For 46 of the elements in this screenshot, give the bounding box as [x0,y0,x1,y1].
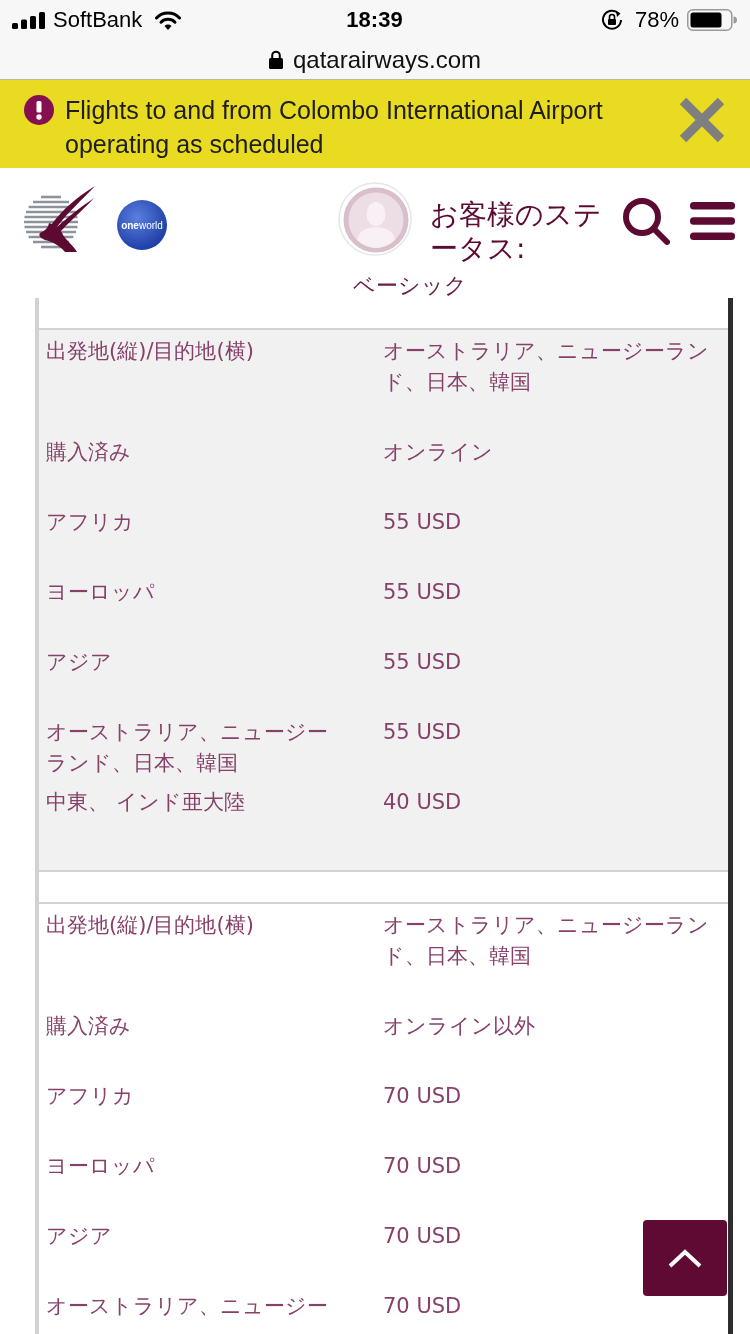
fare-label: 購入済み [46,1013,131,1040]
alliance-badge[interactable]: oneworld [117,200,167,250]
fare-value: 70 USD [383,1293,462,1320]
url-text: qatarairways.com [292,45,482,74]
fare-label: 中東、 インド亜大陸 [46,789,245,816]
carrier-name: SoftBank [53,7,143,33]
fare-label: 出発地(縦)/目的地(横) [46,338,254,365]
fare-label: アフリカ [46,509,134,536]
fare-value: 70 USD [383,1153,462,1180]
fare-value: 55 USD [383,579,462,606]
fare-value: 70 USD [383,1223,462,1250]
lock-icon [268,50,283,69]
battery-icon [687,9,737,31]
address-bar[interactable]: qatarairways.com [0,40,750,80]
fare-label: アジア [46,649,112,676]
fare-label: 購入済み [46,439,131,466]
fare-value: 40 USD [383,789,462,816]
orientation-lock-icon [600,9,623,31]
battery-percent: 78% [634,7,679,33]
fare-value: 70 USD [383,1083,462,1110]
status-label[interactable]: お客様のステータス: [430,198,602,266]
alert-icon [24,95,54,125]
fare-label: ヨーロッパ [46,1153,155,1180]
fare-label: アジア [46,1223,112,1250]
fare-label: 出発地(縦)/目的地(横) [46,912,254,939]
fare-value: オーストラリア、ニュージーランド、日本、韓国 [383,912,710,970]
fare-label: オーストラリア、ニュージー [46,1293,328,1320]
search-icon[interactable] [622,197,670,245]
fare-value: オーストラリア、ニュージーランド、日本、韓国 [383,338,710,396]
wifi-icon [155,10,182,30]
clock-time: 18:39 [346,7,403,33]
fare-label: ヨーロッパ [46,579,155,606]
menu-icon[interactable] [690,202,735,240]
back-to-top-button[interactable] [643,1220,727,1296]
fare-value: 55 USD [383,509,462,536]
signal-icon [12,11,45,29]
fare-value: 55 USD [383,649,462,676]
fare-label: アフリカ [46,1083,134,1110]
fare-label: オーストラリア、ニュージーランド、日本、韓国 [46,719,329,777]
close-icon[interactable] [679,97,725,143]
alert-message: Flights to and from Colombo International Airport operating as scheduled [65,95,604,160]
chevron-up-icon [668,1248,702,1268]
fare-value: オンライン以外 [383,1013,535,1040]
fare-value: オンライン [383,439,493,466]
status-value: ベーシック [353,274,467,298]
fare-value: 55 USD [383,719,462,746]
